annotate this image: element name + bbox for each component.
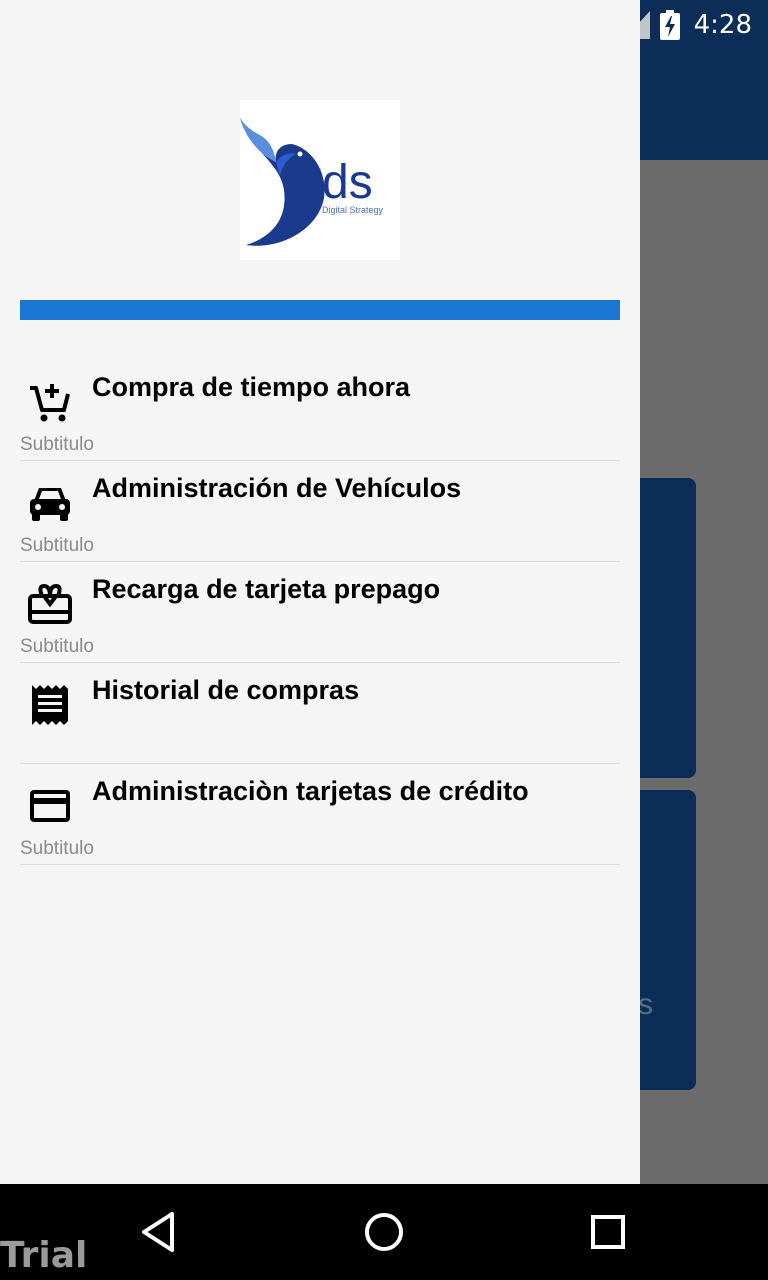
menu-item-title: Recarga de tarjeta prepago — [92, 574, 441, 604]
menu-item-vehiculos[interactable]: Administración de Vehículos Subtitulo — [20, 461, 620, 562]
car-icon — [30, 488, 70, 521]
svg-text:Digital Strategy: Digital Strategy — [322, 205, 384, 215]
svg-text:ds: ds — [322, 156, 373, 209]
menu-item-historial-compras[interactable]: Historial de compras — [20, 663, 620, 764]
menu-item-subtitle: Subtitulo — [20, 434, 94, 455]
bird-logo-icon: ds Digital Strategy — [240, 118, 384, 246]
navigation-drawer: ds Digital Strategy Compra de tiempo aho… — [0, 0, 640, 1184]
menu-item-compra-tiempo[interactable]: Compra de tiempo ahora Subtitulo — [20, 360, 620, 461]
menu-item-tarjetas-credito[interactable]: Administraciòn tarjetas de crédito Subti… — [20, 764, 620, 865]
menu-item-subtitle: Subtitulo — [20, 535, 94, 556]
status-time: 4:28 — [693, 10, 752, 40]
trial-watermark: Trial — [0, 1235, 88, 1276]
app-logo: ds Digital Strategy — [240, 100, 400, 260]
header-accent-bar — [20, 300, 620, 320]
menu-item-recarga-prepago[interactable]: Recarga de tarjeta prepago Subtitulo — [20, 562, 620, 663]
menu-item-subtitle: Subtitulo — [20, 636, 94, 657]
cart-add-icon — [30, 384, 70, 422]
receipt-icon — [32, 685, 68, 725]
battery-charging-icon — [659, 10, 680, 40]
menu-item-title: Compra de tiempo ahora — [92, 372, 411, 402]
recents-icon[interactable] — [584, 1208, 632, 1256]
back-icon[interactable] — [136, 1208, 184, 1256]
system-navigation-bar — [0, 1184, 768, 1280]
home-icon[interactable] — [360, 1208, 408, 1256]
background-card-text: s — [638, 988, 653, 1021]
gift-card-icon — [28, 583, 72, 624]
menu-item-subtitle: Subtitulo — [20, 838, 94, 859]
credit-card-icon — [30, 790, 70, 822]
menu-item-title: Administraciòn tarjetas de crédito — [92, 776, 529, 806]
menu-item-title: Historial de compras — [92, 675, 360, 705]
menu-item-title: Administración de Vehículos — [92, 473, 462, 503]
